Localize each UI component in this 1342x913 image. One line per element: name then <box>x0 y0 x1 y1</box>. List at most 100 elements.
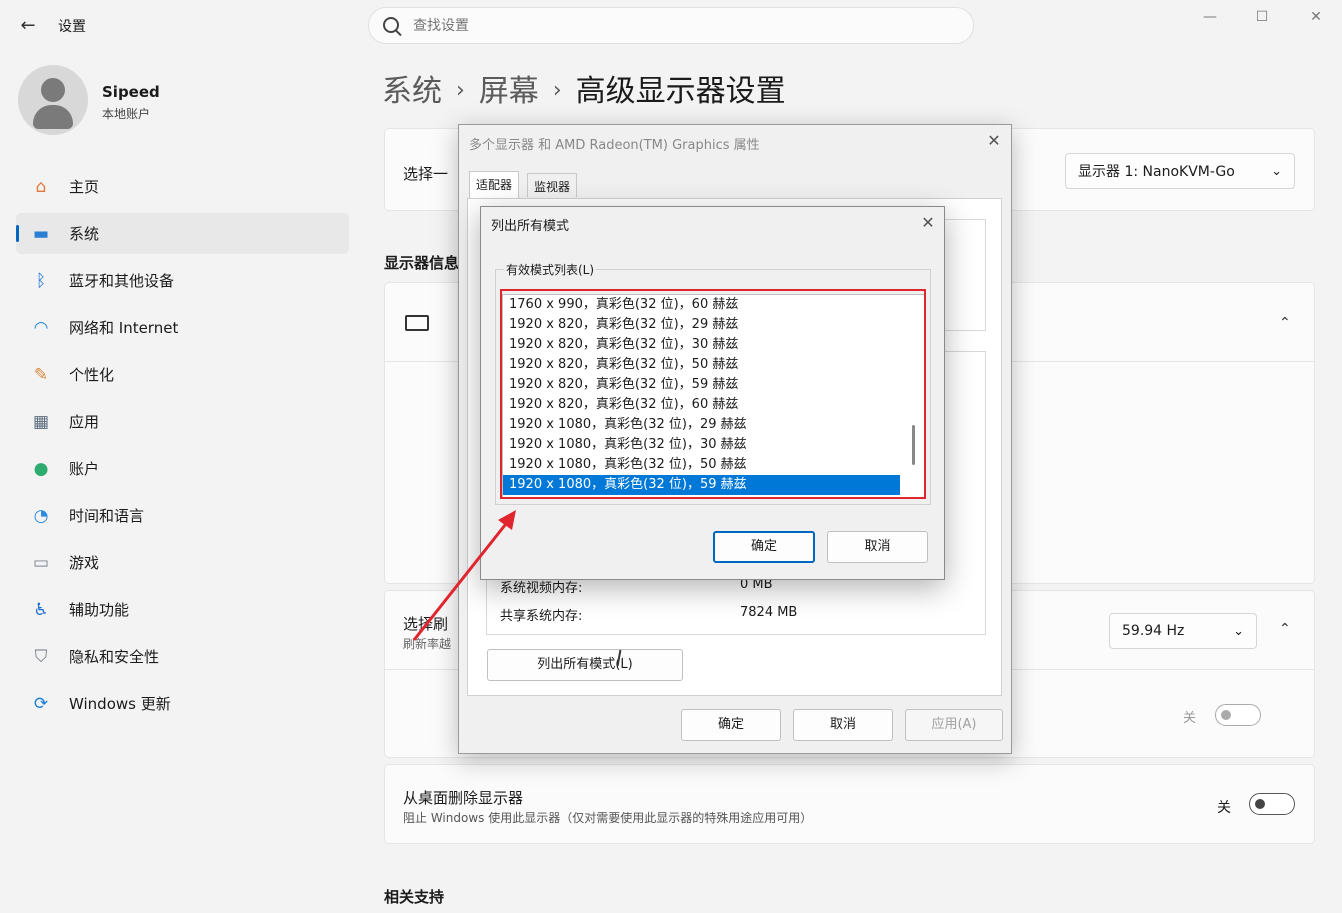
display-dropdown-value: 显示器 1: NanoKVM-Go <box>1078 164 1235 180</box>
chevron-down-icon: ⌄ <box>1233 623 1244 639</box>
list-item[interactable]: 1920 x 820，真彩色(32 位)，60 赫兹 <box>503 395 900 415</box>
scroll-thumb[interactable] <box>912 425 915 465</box>
close-icon[interactable]: ✕ <box>913 213 943 232</box>
ok-button[interactable]: 确定 <box>681 709 781 741</box>
close-icon[interactable]: ✕ <box>979 131 1009 150</box>
remove-display-toggle[interactable] <box>1249 793 1295 815</box>
title-bar: ← 设置 — ☐ ✕ <box>0 0 1342 50</box>
page-title: 高级显示器设置 <box>575 74 786 109</box>
sidebar-item-11[interactable]: ⟳ Windows 更新 <box>16 683 349 724</box>
tab-adapter[interactable]: 适配器 <box>469 171 520 199</box>
sidebar-item-label: 网络和 Internet <box>69 319 179 337</box>
sidebar-item-8[interactable]: ▭ 游戏 <box>16 542 349 583</box>
home-icon: ⌂ <box>35 176 47 197</box>
list-item[interactable]: 1760 x 990，真彩色(32 位)，60 赫兹 <box>503 295 900 315</box>
sidebar-item-label: 蓝牙和其他设备 <box>69 272 175 290</box>
list-all-modes-button[interactable]: 列出所有模式(L) <box>487 649 683 681</box>
sidebar-item-label: 应用 <box>69 413 100 431</box>
sidebar-item-3[interactable]: ◠ 网络和 Internet <box>16 307 349 348</box>
chevron-down-icon: ⌄ <box>1271 163 1282 179</box>
laptop-icon <box>405 315 429 331</box>
sidebar-item-label: Windows 更新 <box>69 695 171 713</box>
search-icon <box>383 17 399 33</box>
list-item[interactable]: 1920 x 820，真彩色(32 位)，30 赫兹 <box>503 335 900 355</box>
wifi-icon: ◠ <box>33 317 49 338</box>
close-window-icon[interactable]: ✕ <box>1296 6 1336 28</box>
remove-display-card: 从桌面删除显示器 阻止 Windows 使用此显示器（仅对需要使用此显示器的特殊… <box>384 764 1315 844</box>
list-item[interactable]: 1920 x 1080，真彩色(32 位)，29 赫兹 <box>503 415 900 435</box>
search-input[interactable] <box>413 16 913 36</box>
dialog-title: 列出所有模式 <box>491 219 570 234</box>
accessibility-icon: ♿ <box>33 599 49 620</box>
list-item[interactable]: 1920 x 820，真彩色(32 位)，50 赫兹 <box>503 355 900 375</box>
sidebar-item-5[interactable]: ▦ 应用 <box>16 401 349 442</box>
dialog-title: 多个显示器 和 AMD Radeon(TM) Graphics 属性 <box>469 138 760 153</box>
list-item[interactable]: 1920 x 820，真彩色(32 位)，59 赫兹 <box>503 375 900 395</box>
sidebar-item-1[interactable]: ▬ 系统 <box>16 213 349 254</box>
refresh-rate-label: 选择刷 <box>403 615 449 633</box>
chevron-up-icon[interactable]: ⌃ <box>1279 315 1291 331</box>
display-info-title: 显示器信息 <box>384 254 460 272</box>
display-dropdown[interactable]: 显示器 1: NanoKVM-Go ⌄ <box>1065 153 1295 189</box>
breadcrumb-display[interactable]: 屏幕 <box>479 74 539 109</box>
minimize-icon[interactable]: — <box>1190 6 1230 28</box>
back-arrow-icon[interactable]: ← <box>16 14 40 38</box>
list-all-modes-dialog: 列出所有模式 ✕ 有效模式列表(L) 1760 x 990，真彩色(32 位)，… <box>480 206 945 580</box>
gamepad-icon: ▭ <box>32 552 50 573</box>
modes-cancel-button[interactable]: 取消 <box>827 531 928 563</box>
list-item[interactable]: 1920 x 1080，真彩色(32 位)，50 赫兹 <box>503 455 900 475</box>
sidebar-item-label: 系统 <box>69 225 100 243</box>
apps-icon: ▦ <box>32 411 50 432</box>
apply-button[interactable]: 应用(A) <box>905 709 1003 741</box>
sidebar-item-label: 辅助功能 <box>69 601 130 619</box>
sidebar-item-9[interactable]: ♿ 辅助功能 <box>16 589 349 630</box>
breadcrumb-separator: › <box>456 78 465 103</box>
modes-ok-button[interactable]: 确定 <box>713 531 815 563</box>
dynamic-refresh-toggle[interactable] <box>1215 704 1261 726</box>
refresh-rate-dropdown[interactable]: 59.94 Hz ⌄ <box>1109 613 1257 649</box>
account-icon: ● <box>33 458 49 479</box>
sidebar-item-0[interactable]: ⌂ 主页 <box>16 166 349 207</box>
sidebar-item-2[interactable]: ᛒ 蓝牙和其他设备 <box>16 260 349 301</box>
user-profile[interactable]: Sipeed 本地账户 <box>18 65 160 135</box>
sidebar-item-label: 游戏 <box>69 554 100 572</box>
remove-display-title: 从桌面删除显示器 <box>403 789 524 807</box>
sidebar-item-4[interactable]: ✎ 个性化 <box>16 354 349 395</box>
sidebar-item-10[interactable]: ⛉ 隐私和安全性 <box>16 636 349 677</box>
chevron-up-icon[interactable]: ⌃ <box>1279 621 1291 637</box>
sidebar-item-label: 个性化 <box>69 366 115 384</box>
shared-memory-value: 7824 MB <box>740 605 798 620</box>
refresh-rate-value: 59.94 Hz <box>1122 623 1185 639</box>
system-icon: ▬ <box>32 223 50 244</box>
maximize-icon[interactable]: ☐ <box>1242 6 1282 28</box>
list-item[interactable]: 1920 x 1080，真彩色(32 位)，30 赫兹 <box>503 435 900 455</box>
remove-toggle-state: 关 <box>1217 800 1231 816</box>
remove-display-desc: 阻止 Windows 使用此显示器（仅对需要使用此显示器的特殊用途应用可用） <box>403 811 813 825</box>
related-support-title: 相关支持 <box>384 888 445 906</box>
sidebar-item-label: 时间和语言 <box>69 507 145 525</box>
tab-monitor[interactable]: 监视器 <box>527 173 578 197</box>
search-box[interactable] <box>368 7 974 44</box>
account-type: 本地账户 <box>102 107 151 121</box>
sidebar-item-label: 主页 <box>69 178 100 196</box>
user-name: Sipeed <box>102 83 160 101</box>
sidebar-item-7[interactable]: ◔ 时间和语言 <box>16 495 349 536</box>
refresh-rate-sub: 刷新率越 <box>403 637 452 651</box>
shield-icon: ⛉ <box>34 646 48 667</box>
valid-modes-label: 有效模式列表(L) <box>504 261 597 278</box>
sidebar-item-label: 隐私和安全性 <box>69 648 160 666</box>
list-item[interactable]: 1920 x 820，真彩色(32 位)，29 赫兹 <box>503 315 900 335</box>
scrollbar[interactable] <box>903 295 925 498</box>
cancel-button[interactable]: 取消 <box>793 709 893 741</box>
list-item[interactable]: 1920 x 1080，真彩色(32 位)，59 赫兹 <box>503 475 900 495</box>
breadcrumb: 系统 › 屏幕 › 高级显示器设置 <box>382 66 786 110</box>
select-display-label: 选择一 <box>403 165 449 183</box>
breadcrumb-system[interactable]: 系统 <box>382 74 442 109</box>
sidebar-nav: ⌂ 主页 ▬ 系统 ᛒ 蓝牙和其他设备 ◠ 网络和 Internet ✎ 个性化 ▦ 应用 ● 账户 ◔ 时间… <box>16 166 349 730</box>
modes-listbox[interactable]: 1760 x 990，真彩色(32 位)，60 赫兹 1920 x 820，真彩色… <box>502 294 926 499</box>
breadcrumb-separator: › <box>552 78 562 103</box>
bluetooth-icon: ᛒ <box>35 270 47 291</box>
valid-modes-group: 有效模式列表(L) 1760 x 990，真彩色(32 位)，60 赫兹 1920… <box>495 261 931 505</box>
sidebar-item-6[interactable]: ● 账户 <box>16 448 349 489</box>
app-title: 设置 <box>58 19 86 35</box>
